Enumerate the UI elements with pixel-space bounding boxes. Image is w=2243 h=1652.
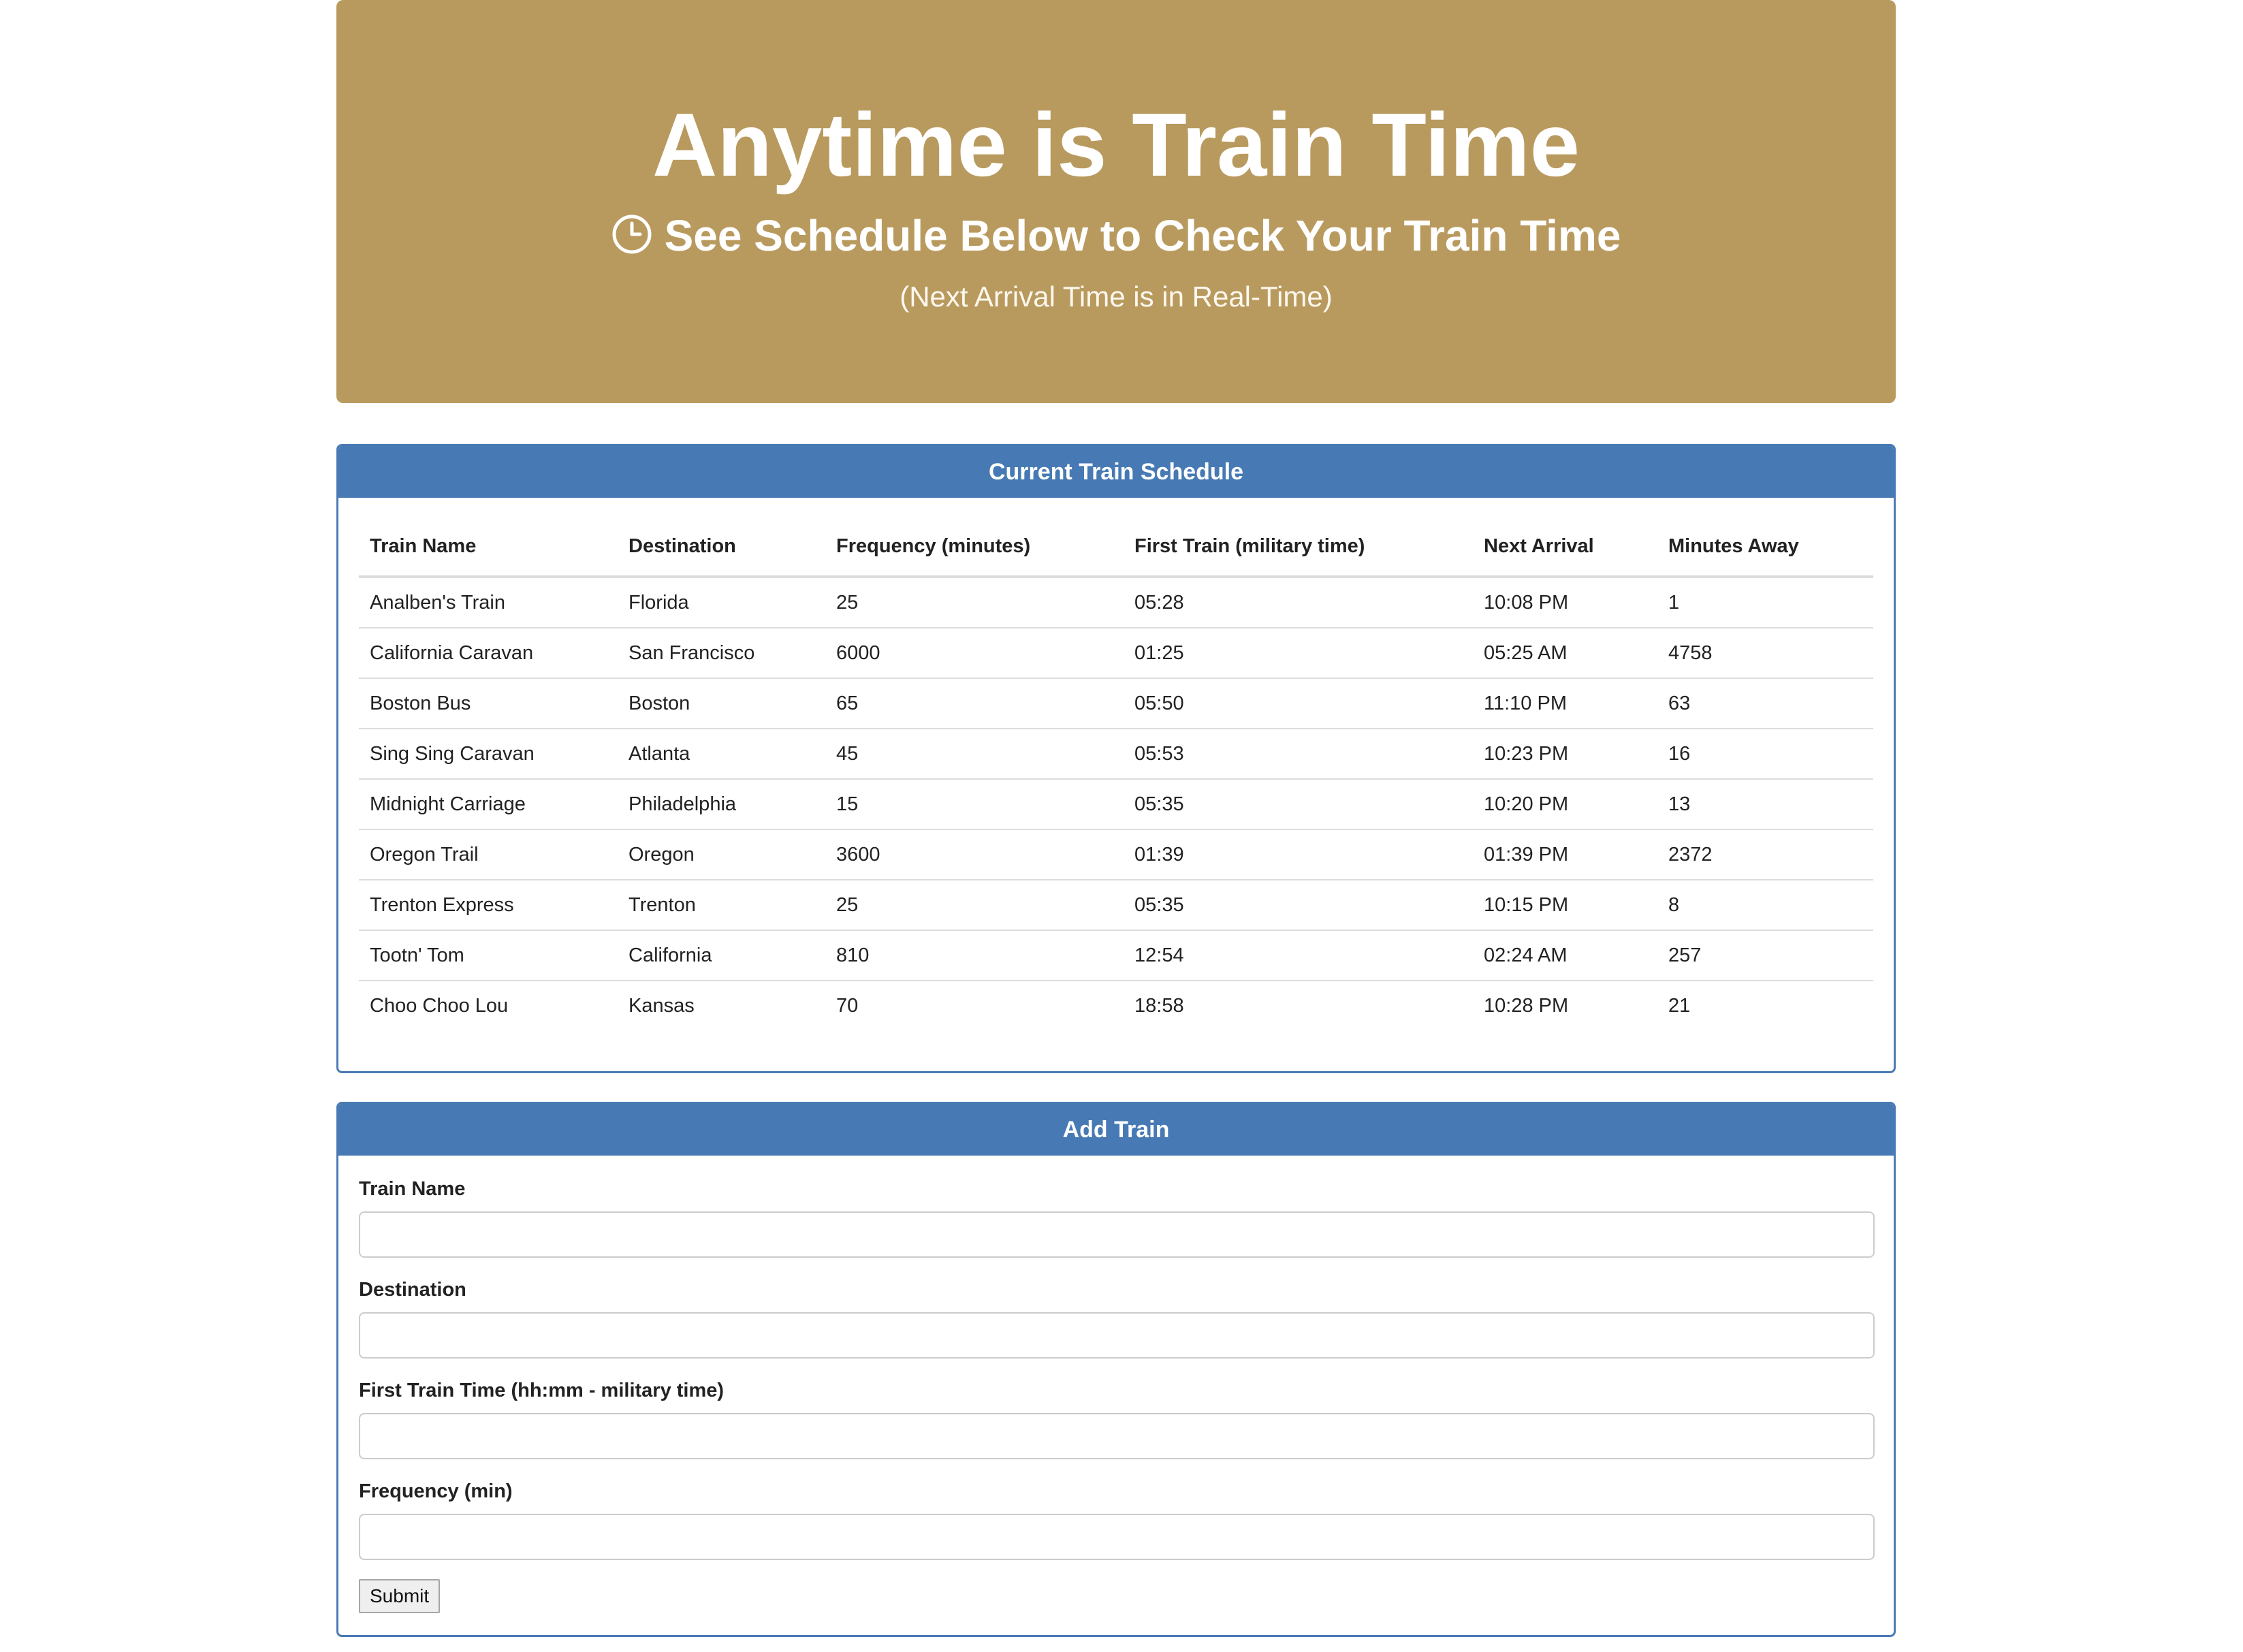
- realtime-note: (Next Arrival Time is in Real-Time): [900, 281, 1333, 313]
- cell-frequency: 810: [825, 930, 1124, 981]
- cell-minutes-away: 63: [1657, 678, 1873, 729]
- cell-first-train: 05:35: [1124, 778, 1473, 829]
- cell-destination: Trenton: [618, 879, 825, 930]
- page-subtitle: See Schedule Below to Check Your Train T…: [336, 208, 1896, 263]
- column-header-first-train: First Train (military time): [1124, 517, 1473, 578]
- cell-first-train: 05:53: [1124, 728, 1473, 779]
- cell-first-train: 05:35: [1124, 879, 1473, 930]
- first-train-time-input[interactable]: [359, 1413, 1875, 1459]
- column-header-next-arrival: Next Arrival: [1473, 517, 1657, 578]
- frequency-label: Frequency (min): [359, 1480, 513, 1502]
- train-name-group: Train Name: [359, 1175, 1875, 1258]
- cell-train-name: Trenton Express: [359, 879, 618, 930]
- destination-group: Destination: [359, 1275, 1875, 1359]
- table-row: Sing Sing Caravan Atlanta 45 05:53 10:23…: [359, 728, 1873, 779]
- cell-minutes-away: 2372: [1657, 829, 1873, 880]
- cell-frequency: 45: [825, 728, 1124, 779]
- first-train-time-group: First Train Time (hh:mm - military time): [359, 1376, 1875, 1459]
- cell-next-arrival: 10:28 PM: [1473, 980, 1657, 1030]
- schedule-table: Train Name Destination Frequency (minute…: [359, 517, 1873, 1030]
- cell-destination: Atlanta: [618, 728, 825, 779]
- schedule-panel-heading: Current Train Schedule: [338, 446, 1894, 498]
- cell-first-train: 05:50: [1124, 678, 1473, 729]
- train-name-input[interactable]: [359, 1211, 1875, 1258]
- column-header-destination: Destination: [618, 517, 825, 578]
- cell-first-train: 05:28: [1134, 591, 1184, 614]
- clock-icon: [611, 212, 652, 254]
- cell-frequency: 25: [836, 591, 859, 614]
- header-banner: Anytime is Train Time See Schedule Below…: [336, 0, 1896, 403]
- cell-train-name: California Caravan: [359, 627, 618, 678]
- cell-first-train: 18:58: [1124, 980, 1473, 1030]
- table-row: Midnight Carriage Philadelphia 15 05:35 …: [359, 778, 1873, 829]
- cell-next-arrival: 02:24 AM: [1473, 930, 1657, 981]
- frequency-input[interactable]: [359, 1514, 1875, 1560]
- column-header-frequency: Frequency (minutes): [825, 517, 1124, 578]
- train-name-label: Train Name: [359, 1178, 466, 1200]
- cell-frequency: 3600: [825, 829, 1124, 880]
- table-row: Trenton Express Trenton 25 05:35 10:15 P…: [359, 879, 1873, 930]
- cell-frequency: 65: [825, 678, 1124, 729]
- cell-minutes-away: 257: [1657, 930, 1873, 981]
- cell-destination: Kansas: [618, 980, 825, 1030]
- table-row: Choo Choo Lou Kansas 70 18:58 10:28 PM 2…: [359, 980, 1873, 1030]
- column-header-minutes-away: Minutes Away: [1657, 517, 1873, 578]
- page-container: Anytime is Train Time See Schedule Below…: [336, 0, 1896, 1637]
- add-train-panel: Add Train Train Name Destination First T…: [336, 1102, 1896, 1637]
- destination-label: Destination: [359, 1279, 466, 1301]
- cell-train-name: Choo Choo Lou: [359, 980, 618, 1030]
- cell-first-train: 01:25: [1124, 627, 1473, 678]
- table-row: Oregon Trail Oregon 3600 01:39 01:39 PM …: [359, 829, 1873, 880]
- cell-minutes-away: 16: [1657, 728, 1873, 779]
- submit-button[interactable]: Submit: [359, 1579, 441, 1613]
- cell-next-arrival: 10:20 PM: [1473, 778, 1657, 829]
- cell-minutes-away: 8: [1657, 879, 1873, 930]
- cell-next-arrival: 10:23 PM: [1473, 728, 1657, 779]
- cell-next-arrival: 05:25 AM: [1473, 627, 1657, 678]
- table-row: California Caravan San Francisco 6000 01…: [359, 627, 1873, 678]
- cell-next-arrival: 11:10 PM: [1473, 678, 1657, 729]
- page-title: Anytime is Train Time: [652, 95, 1580, 195]
- table-row: Boston Bus Boston 65 05:50 11:10 PM 63: [359, 678, 1873, 729]
- cell-next-arrival: 01:39 PM: [1473, 829, 1657, 880]
- schedule-panel: Current Train Schedule Train Name Destin…: [336, 444, 1896, 1073]
- cell-destination: Philadelphia: [618, 778, 825, 829]
- cell-frequency: 70: [825, 980, 1124, 1030]
- cell-destination: California: [618, 930, 825, 981]
- cell-destination: Boston: [618, 678, 825, 729]
- table-header-row: Train Name Destination Frequency (minute…: [359, 517, 1873, 578]
- column-header-train-name: Train Name: [359, 517, 618, 578]
- cell-minutes-away: 13: [1657, 778, 1873, 829]
- first-train-time-label: First Train Time (hh:mm - military time): [359, 1380, 725, 1401]
- cell-frequency: 15: [825, 778, 1124, 829]
- cell-next-arrival: 10:15 PM: [1473, 879, 1657, 930]
- cell-destination: San Francisco: [618, 627, 825, 678]
- cell-next-arrival: 10:08 PM: [1484, 591, 1569, 614]
- page-subtitle-text: See Schedule Below to Check Your Train T…: [664, 211, 1621, 260]
- cell-frequency: 6000: [825, 627, 1124, 678]
- cell-train-name: Oregon Trail: [359, 829, 618, 880]
- table-row: Tootn' Tom California 810 12:54 02:24 AM…: [359, 930, 1873, 981]
- add-train-panel-heading: Add Train: [338, 1104, 1894, 1156]
- cell-frequency: 25: [825, 879, 1124, 930]
- cell-train-name: Midnight Carriage: [359, 778, 618, 829]
- cell-minutes-away: 4758: [1657, 627, 1873, 678]
- cell-destination: Florida: [629, 591, 689, 614]
- frequency-group: Frequency (min): [359, 1477, 1875, 1560]
- cell-train-name: Sing Sing Caravan: [359, 728, 618, 779]
- table-row: Analben's Train Florida 25 05:28 10:08 P…: [359, 577, 1873, 628]
- cell-first-train: 12:54: [1124, 930, 1473, 981]
- destination-input[interactable]: [359, 1312, 1875, 1359]
- cell-first-train: 01:39: [1124, 829, 1473, 880]
- cell-minutes-away: 1: [1668, 591, 1680, 614]
- cell-train-name: Analben's Train: [370, 591, 505, 614]
- cell-destination: Oregon: [618, 829, 825, 880]
- cell-train-name: Boston Bus: [359, 678, 618, 729]
- cell-train-name: Tootn' Tom: [359, 930, 618, 981]
- cell-minutes-away: 21: [1657, 980, 1873, 1030]
